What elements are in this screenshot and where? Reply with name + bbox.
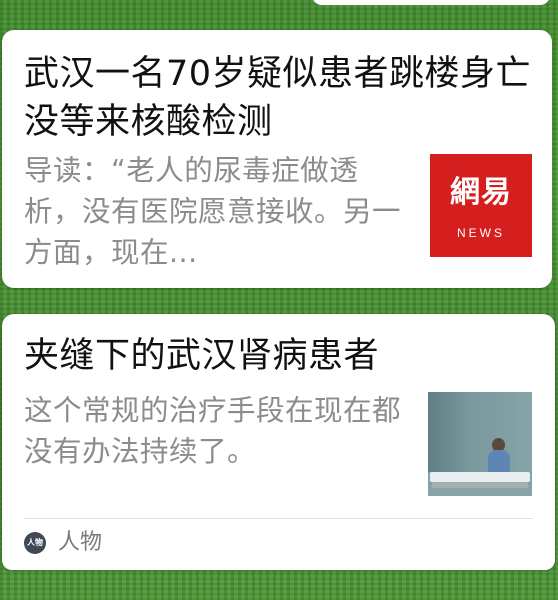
hospital-photo-thumbnail <box>428 392 532 496</box>
card-divider <box>24 518 533 519</box>
netease-news-thumbnail: 網易 NEWS <box>430 154 532 257</box>
news-card-title: 夹缝下的武汉肾病患者 <box>24 336 380 376</box>
source-avatar-icon: 人物 <box>24 532 46 554</box>
news-card[interactable]: 夹缝下的武汉肾病患者 这个常规的治疗手段在现在都没有办法持续了。 人物 人物 <box>2 314 555 570</box>
news-card-summary: 这个常规的治疗手段在现在都没有办法持续了。 <box>24 394 402 468</box>
source-name[interactable]: 人物 <box>58 528 102 558</box>
news-card[interactable]: 武汉一名70岁疑似患者跳楼身亡 没等来核酸检测 导读：“老人的尿毒症做透析，没有… <box>2 30 552 288</box>
netease-logo-sub: NEWS <box>457 226 505 240</box>
previous-card-edge <box>312 0 550 5</box>
news-card-summary: 导读：“老人的尿毒症做透析，没有医院愿意接收。另一方面，现在... <box>24 154 402 269</box>
netease-logo: 網易 <box>450 175 512 210</box>
news-card-title: 武汉一名70岁疑似患者跳楼身亡 没等来核酸检测 <box>24 54 532 142</box>
